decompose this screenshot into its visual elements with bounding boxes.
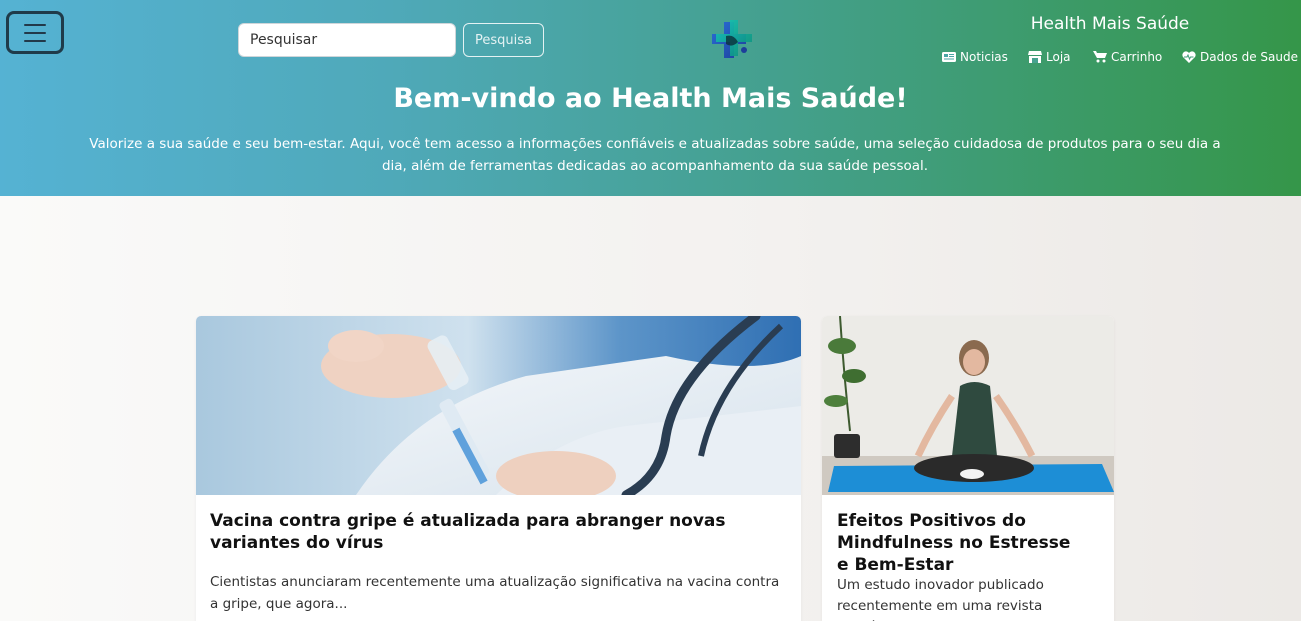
- nav-dados-de-saude[interactable]: Dados de Saude: [1182, 50, 1298, 64]
- menu-toggle-button[interactable]: [6, 11, 64, 54]
- brand-name: Health Mais Saúde: [1030, 14, 1190, 34]
- cart-icon: [1093, 51, 1107, 63]
- nav-dados-label: Dados de Saude: [1200, 50, 1299, 64]
- article-excerpt: Cientistas anunciaram recentemente uma a…: [210, 574, 780, 612]
- hamburger-icon-line: [24, 31, 46, 34]
- nav-carrinho[interactable]: Carrinho: [1093, 50, 1162, 64]
- nav-noticias-label: Noticias: [960, 50, 1008, 64]
- nav-loja[interactable]: Loja: [1028, 50, 1071, 64]
- hero-title: Bem-vindo ao Health Mais Saúde!: [393, 83, 908, 114]
- article-card[interactable]: Vacina contra gripe é atualizada para ab…: [196, 316, 801, 621]
- meditation-yoga-photo: [822, 316, 1114, 495]
- search-input[interactable]: [238, 23, 456, 57]
- article-title[interactable]: Vacina contra gripe é atualizada para ab…: [210, 510, 770, 554]
- store-icon: [1028, 51, 1042, 63]
- article-excerpt: Um estudo inovador publicado recentement…: [837, 577, 1044, 621]
- heart-pulse-icon: [1182, 51, 1196, 63]
- hero-description: Valorize a sua saúde e seu bem-estar. Aq…: [89, 136, 1221, 174]
- newspaper-icon: [942, 52, 956, 62]
- medical-cross-logo-icon[interactable]: [708, 16, 756, 64]
- hamburger-icon-line: [24, 23, 46, 26]
- article-card[interactable]: Efeitos Positivos do Mindfulness no Estr…: [822, 316, 1114, 621]
- vaccine-syringe-photo: [196, 316, 801, 495]
- hamburger-icon-line: [24, 39, 46, 42]
- article-title[interactable]: Efeitos Positivos do Mindfulness no Estr…: [837, 510, 1077, 576]
- nav-loja-label: Loja: [1046, 50, 1071, 64]
- header-banner: Pesquisa Health Mais Saúde: [0, 0, 1301, 196]
- nav-carrinho-label: Carrinho: [1111, 50, 1163, 64]
- search-button[interactable]: Pesquisa: [463, 23, 544, 57]
- nav-noticias[interactable]: Noticias: [942, 50, 1008, 64]
